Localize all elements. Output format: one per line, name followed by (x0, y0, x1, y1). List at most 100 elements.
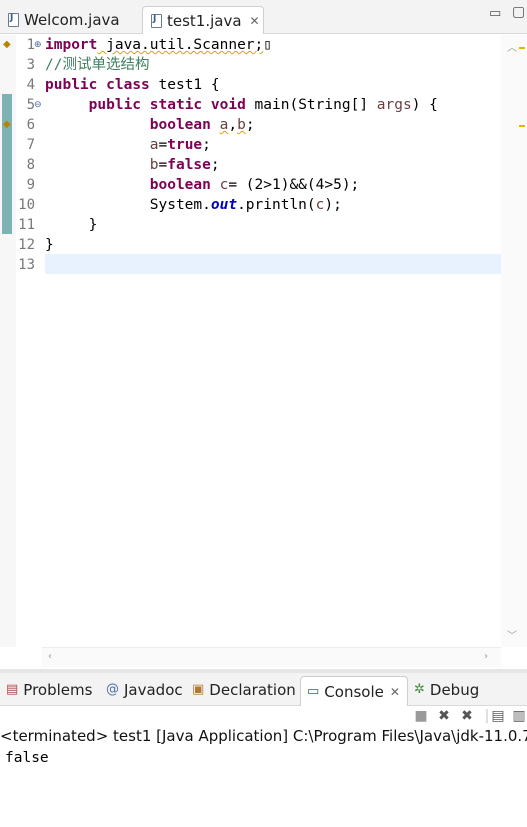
code-token: ); (324, 197, 342, 213)
line-number: 6 (26, 117, 35, 133)
overview-warning-marker[interactable] (519, 125, 525, 127)
code-line[interactable]: b=false; (45, 155, 220, 175)
line-number: 1 (26, 37, 35, 53)
code-token: b (149, 157, 159, 173)
line-number: 5 (26, 97, 35, 113)
warning-icon[interactable]: ◆ (3, 40, 13, 50)
fold-icon[interactable]: ⊖ (34, 95, 42, 115)
overview-warning-marker[interactable] (519, 47, 525, 49)
terminate-icon[interactable]: ■ (412, 706, 430, 726)
code-token: ▯ (263, 37, 272, 53)
code-token: .println( (237, 197, 316, 213)
code-token: public (45, 77, 98, 93)
code-token: java.util.Scanner; (97, 37, 264, 53)
code-token: test1 { (149, 77, 220, 93)
code-token: boolean (149, 117, 211, 133)
scroll-left-icon[interactable]: ‹ (48, 651, 52, 662)
code-token: //测试单选结构 (45, 57, 150, 73)
change-indicator (2, 94, 12, 234)
tab-label: Declaration (209, 680, 296, 699)
tab-console[interactable]: ▭ Console ✕ (300, 676, 408, 706)
bottom-panel-tabs: ▤ Problems @ Javadoc ▣ Declaration ▭ Con… (0, 673, 527, 706)
code-token: } (45, 237, 54, 253)
code-line[interactable]: //测试单选结构 (45, 55, 149, 75)
code-line[interactable]: boolean c= (2>1)&&(4>5); (45, 175, 360, 195)
line-number: 9 (26, 177, 35, 193)
scroll-lock-icon[interactable]: ▤ (489, 706, 507, 726)
code-token: } (45, 217, 98, 233)
editor-tab-bar: Welcom.java test1.java ✕ ▭ ▢ (0, 0, 527, 34)
tab-label: Welcom.java (24, 11, 120, 29)
close-icon[interactable]: ✕ (250, 14, 260, 28)
remove-launch-icon[interactable]: ✖ (435, 706, 453, 726)
remove-all-terminated-icon[interactable]: ✖ (458, 706, 476, 726)
tab-javadoc[interactable]: @ Javadoc (100, 673, 183, 706)
declaration-icon: ▣ (192, 682, 205, 697)
code-line[interactable]: System.out.println(c); (45, 195, 342, 215)
code-token: = (158, 157, 168, 173)
code-token: out (210, 197, 238, 213)
word-wrap-icon[interactable]: ▥ (510, 706, 527, 726)
line-number: 13 (18, 257, 35, 273)
line-number: 4 (26, 77, 35, 93)
code-line[interactable]: public class test1 { (45, 75, 220, 95)
tab-label: test1.java (167, 11, 242, 30)
code-token: args (376, 97, 412, 113)
code-token: b (237, 117, 246, 133)
minimize-icon[interactable]: ▭ (489, 6, 501, 21)
tab-label: Problems (23, 680, 93, 699)
code-token: ; (245, 117, 255, 133)
tab-label: Debug (429, 680, 480, 699)
line-number: 12 (18, 237, 35, 253)
tab-label: Javadoc (124, 680, 183, 699)
line-number: 10 (18, 197, 35, 213)
code-token: = (158, 137, 168, 153)
tab-welcom-java[interactable]: Welcom.java (0, 6, 140, 34)
code-line[interactable]: } (45, 215, 98, 235)
code-token: false (167, 157, 211, 173)
tab-declaration[interactable]: ▣ Declaration (186, 673, 296, 706)
warning-icon[interactable]: ◆ (3, 120, 13, 130)
close-icon[interactable]: ✕ (390, 685, 400, 699)
scroll-down-icon[interactable]: ﹀ (507, 627, 517, 642)
code-line[interactable]: } (45, 235, 54, 255)
code-token: void (210, 97, 246, 113)
tab-test1-java[interactable]: test1.java ✕ (142, 6, 264, 34)
line-number: 8 (26, 157, 35, 173)
horizontal-scrollbar[interactable]: ‹ › (42, 647, 501, 667)
code-token: class (106, 77, 150, 93)
code-token: System. (45, 197, 211, 213)
code-token: main(String[] (245, 97, 377, 113)
fold-icon[interactable]: ⊕ (34, 35, 42, 55)
tab-label: Console (324, 682, 384, 701)
tab-debug[interactable]: ✲ Debug (408, 673, 479, 706)
code-token: static (149, 97, 203, 113)
code-token: true (167, 137, 203, 153)
current-line-highlight (45, 254, 501, 274)
console-output[interactable]: false (0, 749, 527, 827)
scroll-right-icon[interactable]: › (484, 651, 488, 662)
code-token: ; (202, 137, 211, 153)
code-token: ; (210, 157, 220, 173)
code-line[interactable]: import java.util.Scanner;▯ (45, 35, 272, 55)
debug-icon: ✲ (414, 682, 425, 697)
code-line[interactable]: a=true; (45, 135, 211, 155)
code-token: a (149, 137, 159, 153)
console-toolbar: ■ ✖ ✖ | ▤ ▥ (0, 706, 527, 728)
code-line[interactable]: public static void main(String[] args) { (45, 95, 438, 115)
maximize-icon[interactable]: ▢ (512, 4, 525, 20)
problems-icon: ▤ (6, 682, 19, 697)
console-icon: ▭ (307, 684, 320, 699)
code-line[interactable]: boolean a,b; (45, 115, 255, 135)
scroll-up-icon[interactable]: ︿ (507, 39, 517, 54)
code-token: import (45, 37, 98, 53)
tab-problems[interactable]: ▤ Problems (0, 673, 92, 706)
code-token: public (88, 97, 142, 113)
